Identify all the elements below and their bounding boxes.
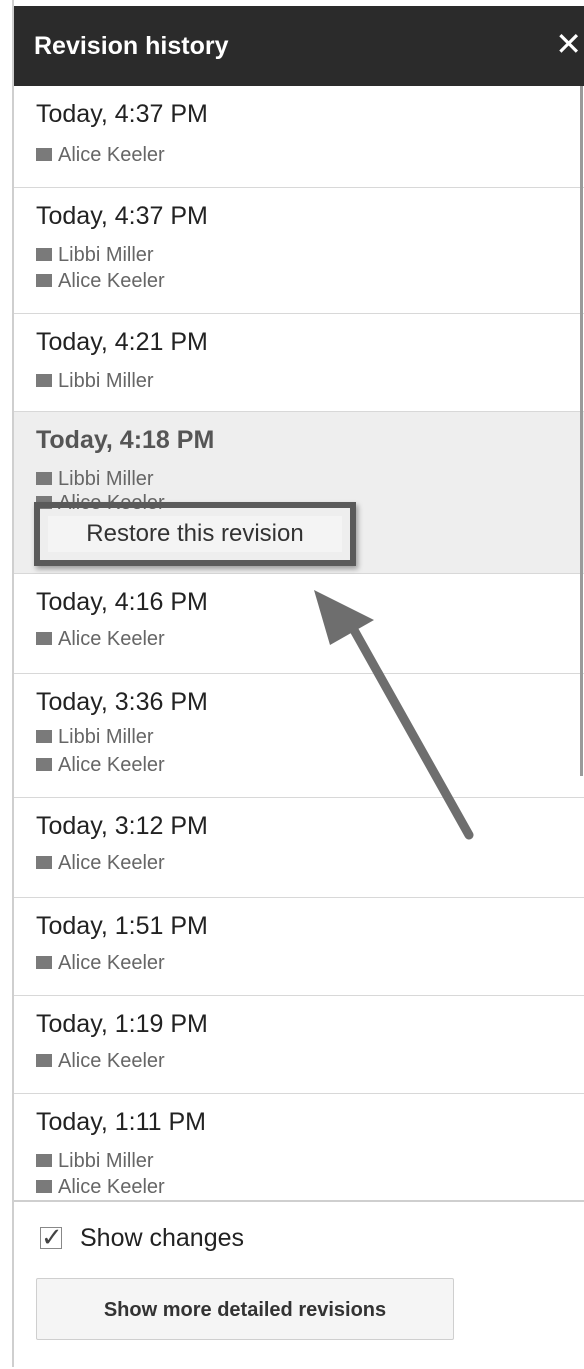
revision-time: Today, 1:51 PM [36, 912, 208, 940]
check-icon: ✓ [41, 1222, 63, 1252]
author-color-swatch [36, 856, 52, 869]
restore-highlight-box: Restore this revision [34, 502, 356, 566]
revision-item-selected[interactable]: Today, 4:18 PM Libbi Miller Alice Keeler… [14, 412, 584, 574]
author-color-swatch [36, 374, 52, 387]
revision-author: Alice Keeler [36, 628, 165, 651]
scrollbar[interactable] [580, 86, 583, 776]
revision-item[interactable]: Today, 1:51 PM Alice Keeler [14, 898, 584, 996]
revision-time: Today, 4:18 PM [36, 426, 215, 454]
revision-history-panel: Revision history ✕ Today, 4:37 PM Alice … [12, 0, 584, 1369]
revision-time: Today, 4:37 PM [36, 100, 208, 128]
restore-revision-link[interactable]: Restore this revision [48, 516, 342, 552]
revision-author: Libbi Miller [36, 468, 154, 491]
author-color-swatch [36, 248, 52, 261]
author-color-swatch [36, 148, 52, 161]
show-changes-checkbox[interactable]: ✓ [40, 1222, 63, 1252]
revision-time: Today, 4:16 PM [36, 588, 208, 616]
author-color-swatch [36, 956, 52, 969]
revision-time: Today, 3:12 PM [36, 812, 208, 840]
panel-title: Revision history [34, 32, 229, 60]
author-color-swatch [36, 1154, 52, 1167]
revision-time: Today, 4:21 PM [36, 328, 208, 356]
author-color-swatch [36, 274, 52, 287]
author-color-swatch [36, 1180, 52, 1193]
revision-author: Libbi Miller [36, 244, 154, 267]
revision-author: Libbi Miller [36, 370, 154, 393]
revision-item[interactable]: Today, 3:36 PM Libbi Miller Alice Keeler [14, 674, 584, 798]
author-color-swatch [36, 472, 52, 485]
revision-author: Alice Keeler [36, 1176, 165, 1199]
panel-footer: ✓ Show changes Show more detailed revisi… [14, 1200, 584, 1369]
revision-item[interactable]: Today, 4:16 PM Alice Keeler [14, 574, 584, 674]
revision-author: Libbi Miller [36, 726, 154, 749]
author-color-swatch [36, 1054, 52, 1067]
revision-author: Alice Keeler [36, 270, 165, 293]
show-changes-label[interactable]: Show changes [80, 1224, 244, 1253]
revision-author: Alice Keeler [36, 144, 165, 167]
show-detailed-revisions-button[interactable]: Show more detailed revisions [36, 1278, 454, 1340]
revision-item[interactable]: Today, 1:11 PM Libbi Miller Alice Keeler [14, 1094, 584, 1200]
revision-author: Alice Keeler [36, 852, 165, 875]
revision-author: Alice Keeler [36, 754, 165, 777]
revision-item[interactable]: Today, 4:21 PM Libbi Miller [14, 314, 584, 412]
author-color-swatch [36, 632, 52, 645]
revision-time: Today, 1:11 PM [36, 1108, 206, 1136]
revision-item[interactable]: Today, 4:37 PM Libbi Miller Alice Keeler [14, 188, 584, 314]
revision-item[interactable]: Today, 1:19 PM Alice Keeler [14, 996, 584, 1094]
revision-author: Alice Keeler [36, 952, 165, 975]
revision-item[interactable]: Today, 4:37 PM Alice Keeler [14, 86, 584, 188]
revision-time: Today, 3:36 PM [36, 688, 208, 716]
revision-author: Alice Keeler [36, 1050, 165, 1073]
author-color-swatch [36, 730, 52, 743]
revision-list: Today, 4:37 PM Alice Keeler Today, 4:37 … [14, 86, 584, 1200]
close-icon[interactable]: ✕ [555, 28, 582, 60]
revision-time: Today, 4:37 PM [36, 202, 208, 230]
revision-time: Today, 1:19 PM [36, 1010, 208, 1038]
revision-author: Libbi Miller [36, 1150, 154, 1173]
panel-header: Revision history ✕ [14, 6, 584, 86]
author-color-swatch [36, 758, 52, 771]
revision-item[interactable]: Today, 3:12 PM Alice Keeler [14, 798, 584, 898]
